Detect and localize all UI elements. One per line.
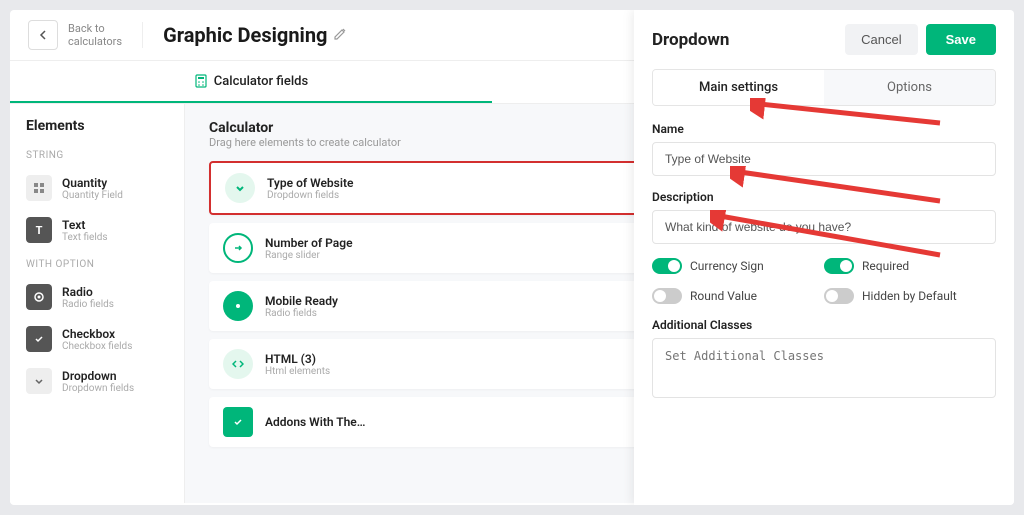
element-dropdown[interactable]: DropdownDropdown fields xyxy=(10,360,184,402)
back-label: Back tocalculators xyxy=(68,22,143,48)
chevron-left-icon xyxy=(38,30,48,40)
tab-main-settings[interactable]: Main settings xyxy=(653,70,824,105)
dropdown-icon xyxy=(26,368,52,394)
cancel-button[interactable]: Cancel xyxy=(845,24,917,55)
save-button[interactable]: Save xyxy=(926,24,996,55)
checkbox-icon xyxy=(26,326,52,352)
switch-icon xyxy=(652,258,682,274)
switch-icon xyxy=(824,258,854,274)
radio-icon xyxy=(26,284,52,310)
toggle-round-value[interactable]: Round Value xyxy=(652,288,824,304)
description-input[interactable] xyxy=(652,210,996,244)
arrow-right-icon xyxy=(223,233,253,263)
description-label: Description xyxy=(652,190,996,204)
panel-header: Dropdown Cancel Save xyxy=(652,24,996,55)
toggle-required[interactable]: Required xyxy=(824,258,996,274)
toggle-hidden-default[interactable]: Hidden by Default xyxy=(824,288,996,304)
settings-panel: Dropdown Cancel Save Main settings Optio… xyxy=(634,10,1014,505)
back-button[interactable] xyxy=(28,20,58,50)
toggle-currency-sign[interactable]: Currency Sign xyxy=(652,258,824,274)
code-icon xyxy=(223,349,253,379)
edit-title-icon[interactable] xyxy=(333,26,347,45)
radio-dot-icon xyxy=(223,291,253,321)
toggle-group: Currency Sign Required Round Value Hidde… xyxy=(652,258,996,304)
tab-options[interactable]: Options xyxy=(824,70,995,105)
element-radio[interactable]: RadioRadio fields xyxy=(10,276,184,318)
check-icon xyxy=(223,407,253,437)
elements-heading: Elements xyxy=(10,104,184,142)
element-checkbox[interactable]: CheckboxCheckbox fields xyxy=(10,318,184,360)
element-text[interactable]: T TextText fields xyxy=(10,209,184,251)
additional-classes-input[interactable] xyxy=(652,338,996,398)
quantity-icon xyxy=(26,175,52,201)
text-icon: T xyxy=(26,217,52,243)
switch-icon xyxy=(824,288,854,304)
panel-tabs: Main settings Options xyxy=(652,69,996,106)
elements-sidebar: Elements STRING QuantityQuantity Field T… xyxy=(10,104,185,503)
element-quantity[interactable]: QuantityQuantity Field xyxy=(10,167,184,209)
switch-icon xyxy=(652,288,682,304)
group-option: WITH OPTION xyxy=(10,251,184,276)
group-string: STRING xyxy=(10,142,184,167)
tab-calculator-fields[interactable]: Calculator fields xyxy=(10,61,492,103)
page-title: Graphic Designing xyxy=(163,23,327,47)
name-label: Name xyxy=(652,122,996,136)
name-input[interactable] xyxy=(652,142,996,176)
panel-title: Dropdown xyxy=(652,30,729,50)
app-frame: Back tocalculators Graphic Designing Sho… xyxy=(10,10,1014,505)
calculator-icon xyxy=(194,74,208,88)
additional-classes-label: Additional Classes xyxy=(652,318,996,332)
chevron-down-icon xyxy=(225,173,255,203)
